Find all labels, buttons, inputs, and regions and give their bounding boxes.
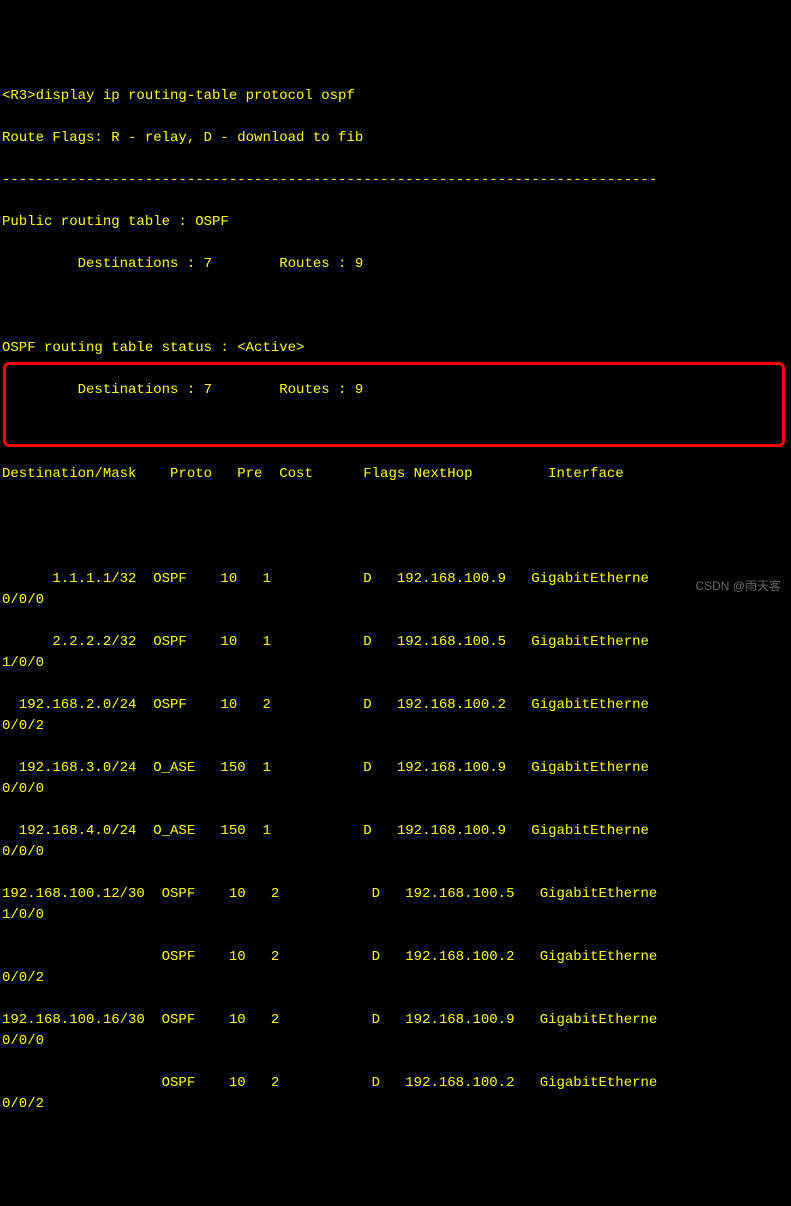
table-row: OSPF 10 2 D 192.168.100.2 GigabitEtherne… xyxy=(2,1073,789,1115)
table-row: 192.168.3.0/24 O_ASE 150 1 D 192.168.100… xyxy=(2,758,789,800)
blank xyxy=(2,506,789,527)
row-cont: 0/0/2 xyxy=(2,968,789,989)
row-cont: 0/0/2 xyxy=(2,716,789,737)
row-main: 192.168.4.0/24 O_ASE 150 1 D 192.168.100… xyxy=(2,821,789,842)
table-row: 2.2.2.2/32 OSPF 10 1 D 192.168.100.5 Gig… xyxy=(2,632,789,674)
watermark: CSDN @雨天客 xyxy=(695,577,781,595)
ospf-destinations: Destinations : 7 Routes : 9 xyxy=(2,380,789,401)
table-row: 192.168.100.12/30 OSPF 10 2 D 192.168.10… xyxy=(2,884,789,926)
table-row: 192.168.100.16/30 OSPF 10 2 D 192.168.10… xyxy=(2,1010,789,1052)
public-destinations: Destinations : 7 Routes : 9 xyxy=(2,254,789,275)
row-cont: 0/0/0 xyxy=(2,779,789,800)
public-table-header: Public routing table : OSPF xyxy=(2,212,789,233)
row-cont: 0/0/0 xyxy=(2,842,789,863)
command-prompt: <R3>display ip routing-table protocol os… xyxy=(2,86,789,107)
row-cont: 0/0/0 xyxy=(2,590,789,611)
row-main: 2.2.2.2/32 OSPF 10 1 D 192.168.100.5 Gig… xyxy=(2,632,789,653)
table-row: 192.168.2.0/24 OSPF 10 2 D 192.168.100.2… xyxy=(2,695,789,737)
row-cont: 1/0/0 xyxy=(2,653,789,674)
row-cont: 1/0/0 xyxy=(2,905,789,926)
blank xyxy=(2,296,789,317)
table-row: OSPF 10 2 D 192.168.100.2 GigabitEtherne… xyxy=(2,947,789,989)
table-row: 1.1.1.1/32 OSPF 10 1 D 192.168.100.9 Gig… xyxy=(2,569,789,611)
column-header: Destination/Mask Proto Pre Cost Flags Ne… xyxy=(2,464,789,485)
row-main: 192.168.100.12/30 OSPF 10 2 D 192.168.10… xyxy=(2,884,789,905)
row-main: 192.168.3.0/24 O_ASE 150 1 D 192.168.100… xyxy=(2,758,789,779)
row-main: OSPF 10 2 D 192.168.100.2 GigabitEtherne xyxy=(2,1073,789,1094)
row-main: 192.168.2.0/24 OSPF 10 2 D 192.168.100.2… xyxy=(2,695,789,716)
blank xyxy=(2,422,789,443)
table-row: 192.168.4.0/24 O_ASE 150 1 D 192.168.100… xyxy=(2,821,789,863)
ospf-status: OSPF routing table status : <Active> xyxy=(2,338,789,359)
divider: ----------------------------------------… xyxy=(2,170,789,191)
row-cont: 0/0/0 xyxy=(2,1031,789,1052)
row-main: 192.168.100.16/30 OSPF 10 2 D 192.168.10… xyxy=(2,1010,789,1031)
row-cont: 0/0/2 xyxy=(2,1094,789,1115)
route-flags: Route Flags: R - relay, D - download to … xyxy=(2,128,789,149)
row-main: 1.1.1.1/32 OSPF 10 1 D 192.168.100.9 Gig… xyxy=(2,569,789,590)
row-main: OSPF 10 2 D 192.168.100.2 GigabitEtherne xyxy=(2,947,789,968)
